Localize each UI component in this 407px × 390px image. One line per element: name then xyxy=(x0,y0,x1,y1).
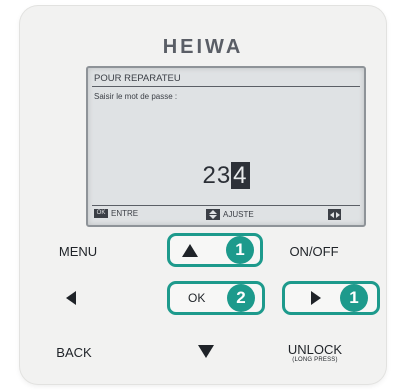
unlock-button-label: UNLOCK xyxy=(287,342,343,357)
ok-button-label: OK xyxy=(188,291,206,305)
footer-enter: OK ENTRE xyxy=(94,209,138,218)
password-prompt: Saisir le mot de passe : xyxy=(94,92,178,101)
brand-logo: HEIWA xyxy=(162,36,244,58)
unlock-long-press-label: (LONG PRESS) xyxy=(292,357,338,363)
password-code: 234 xyxy=(88,162,364,190)
footer-left-right xyxy=(328,209,341,220)
on-off-button[interactable]: ON/OFF xyxy=(284,244,344,259)
footer-enter-label: ENTRE xyxy=(111,209,139,218)
footer-adjust: AJUSTE xyxy=(206,209,254,220)
left-right-key-icon xyxy=(328,209,341,220)
left-button-arrow-icon[interactable] xyxy=(66,291,76,305)
ok-key-icon: OK xyxy=(94,209,108,218)
up-arrow-icon xyxy=(182,244,198,257)
screen-footer: OK ENTRE AJUSTE xyxy=(92,205,360,222)
lcd-screen: POUR REPARATEU Saisir le mot de passe : … xyxy=(86,66,366,227)
selected-digit: 4 xyxy=(231,162,250,189)
menu-button[interactable]: MENU xyxy=(54,244,102,259)
screen-title: POUR REPARATEU xyxy=(92,72,360,87)
down-button-arrow-icon[interactable] xyxy=(198,345,214,358)
footer-adjust-label: AJUSTE xyxy=(223,210,254,219)
unlock-button[interactable]: UNLOCK (LONG PRESS) xyxy=(280,342,350,363)
remote-control-panel: HEIWA POUR REPARATEU Saisir le mot de pa… xyxy=(20,6,386,384)
back-button[interactable]: BACK xyxy=(52,345,96,360)
step-badge: 1 xyxy=(340,284,368,312)
step-badge: 1 xyxy=(226,236,254,264)
right-arrow-icon xyxy=(311,291,321,305)
code-digits: 23 xyxy=(202,162,232,189)
step-badge: 2 xyxy=(227,284,255,312)
up-down-key-icon xyxy=(206,209,220,220)
